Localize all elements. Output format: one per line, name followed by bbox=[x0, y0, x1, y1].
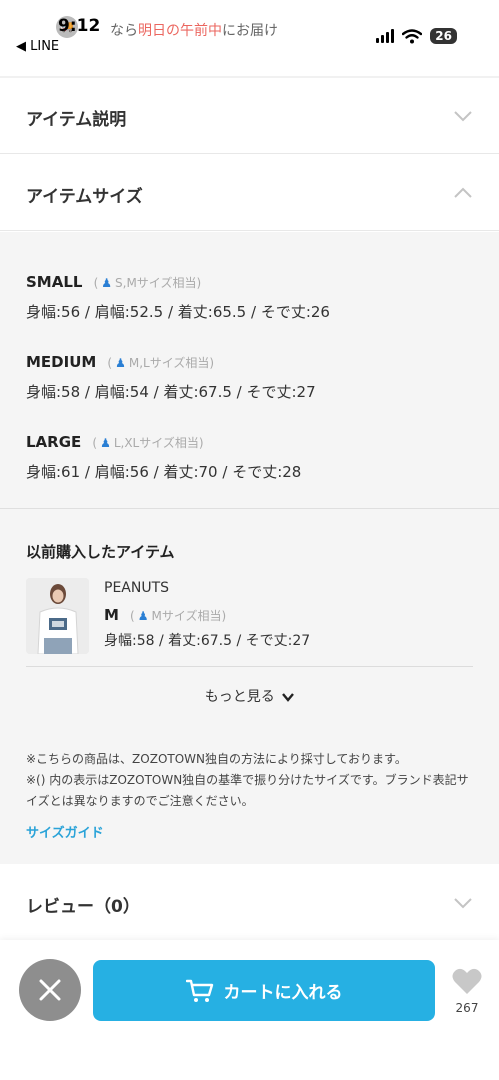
chevron-down-icon bbox=[282, 692, 295, 702]
status-icons: 26 bbox=[376, 28, 457, 44]
accordion-item-description[interactable]: アイテム説明 bbox=[0, 78, 499, 154]
previous-item-measurements: 身幅:58 / 着丈:67.5 / そで丈:27 bbox=[104, 633, 311, 649]
add-to-cart-label: カートに入れる bbox=[223, 983, 343, 1003]
size-notes: ※こちらの商品は、ZOZOTOWN独自の方法により採寸しております。 ※() 内… bbox=[26, 749, 476, 812]
size-measurements: 身幅:58 / 肩幅:54 / 着丈:67.5 / そで丈:27 bbox=[26, 383, 316, 401]
favorite-count: 267 bbox=[455, 1001, 479, 1015]
banner-suffix: にお届け bbox=[222, 23, 278, 39]
person-icon: ♟ bbox=[101, 276, 113, 290]
accordion-item-size[interactable]: アイテムサイズ bbox=[0, 155, 499, 231]
previous-size-name: M bbox=[104, 606, 119, 624]
cart-icon bbox=[185, 979, 213, 1002]
back-to-line-button[interactable]: ◀ LINE bbox=[16, 39, 59, 54]
previous-purchase-title: 以前購入したアイテム bbox=[26, 543, 175, 561]
accordion-label: アイテムサイズ bbox=[26, 187, 143, 207]
size-hint-text: Mサイズ相当 bbox=[151, 609, 222, 623]
banner-prefix: なら bbox=[110, 23, 138, 39]
size-hint-text: L,XLサイズ相当 bbox=[113, 436, 199, 450]
size-row-small: SMALL (♟ S,Mサイズ相当) 身幅:56 / 肩幅:52.5 / 着丈:6… bbox=[26, 272, 330, 322]
favorite-button[interactable]: 267 bbox=[449, 968, 485, 1015]
person-icon: ♟ bbox=[100, 436, 111, 450]
battery-indicator: 26 bbox=[430, 28, 457, 44]
clock: 9:12 bbox=[58, 16, 101, 36]
size-hint-text: M,Lサイズ相当 bbox=[128, 356, 210, 370]
size-name: SMALL bbox=[26, 273, 83, 291]
size-hint: (♟ S,Mサイズ相当) bbox=[93, 276, 202, 290]
size-name: MEDIUM bbox=[26, 353, 97, 371]
size-hint: (♟ Mサイズ相当) bbox=[130, 609, 227, 623]
size-guide-link[interactable]: サイズガイド bbox=[26, 822, 104, 841]
size-hint: (♟ L,XLサイズ相当) bbox=[92, 436, 204, 450]
show-more-button[interactable]: もっと見る bbox=[0, 686, 499, 706]
banner-highlight: 明日の午前中 bbox=[138, 23, 222, 39]
previous-item-thumbnail[interactable] bbox=[26, 578, 89, 654]
wifi-icon bbox=[402, 28, 423, 43]
chevron-down-icon bbox=[454, 111, 472, 122]
section-divider bbox=[0, 508, 499, 509]
chevron-down-icon bbox=[454, 898, 472, 909]
note-line: ※() 内の表示はZOZOTOWN独自の基準で振り分けたサイズです。ブランド表記… bbox=[26, 773, 469, 808]
person-icon: ♟ bbox=[137, 609, 149, 623]
status-bar: 🚚 なら明日の午前中にお届け 9:12 ◀ LINE 26 bbox=[0, 0, 499, 60]
size-measurements: 身幅:56 / 肩幅:52.5 / 着丈:65.5 / そで丈:26 bbox=[26, 303, 330, 321]
show-more-label: もっと見る bbox=[204, 689, 275, 705]
person-icon: ♟ bbox=[115, 356, 126, 370]
inner-divider bbox=[26, 666, 473, 667]
chevron-up-icon bbox=[454, 187, 472, 198]
size-hint: (♟ M,Lサイズ相当) bbox=[107, 356, 215, 370]
heart-icon bbox=[452, 968, 482, 994]
size-hint-text: S,Mサイズ相当 bbox=[115, 276, 197, 290]
delivery-banner: なら明日の午前中にお届け bbox=[110, 20, 278, 40]
size-row-large: LARGE (♟ L,XLサイズ相当) 身幅:61 / 肩幅:56 / 着丈:70… bbox=[26, 432, 301, 482]
accordion-review[interactable]: レビュー（0） bbox=[0, 865, 499, 941]
signal-icon bbox=[376, 29, 395, 43]
accordion-label: アイテム説明 bbox=[26, 110, 127, 130]
close-button[interactable] bbox=[19, 959, 81, 1021]
add-to-cart-button[interactable]: カートに入れる bbox=[93, 960, 435, 1021]
previous-item-brand: PEANUTS bbox=[104, 580, 170, 596]
close-icon bbox=[39, 979, 61, 1001]
note-line: ※こちらの商品は、ZOZOTOWN独自の方法により採寸しております。 bbox=[26, 752, 407, 766]
size-row-medium: MEDIUM (♟ M,Lサイズ相当) 身幅:58 / 肩幅:54 / 着丈:67… bbox=[26, 352, 316, 402]
previous-item-size: M (♟ Mサイズ相当) bbox=[104, 605, 226, 624]
size-name: LARGE bbox=[26, 433, 82, 451]
size-measurements: 身幅:61 / 肩幅:56 / 着丈:70 / そで丈:28 bbox=[26, 463, 302, 481]
accordion-label: レビュー（0） bbox=[26, 897, 140, 917]
